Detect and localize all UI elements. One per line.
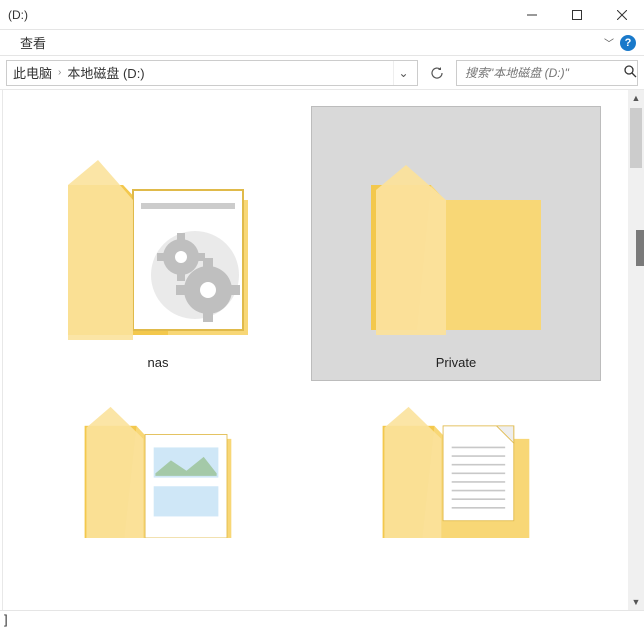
ribbon-tabs-list: 查看 [8,33,46,52]
minimize-button[interactable] [509,0,554,30]
scroll-up-icon[interactable]: ▲ [628,90,644,106]
ribbon-right-controls: ﹀ ? [604,35,636,51]
status-left-glyph: ] [4,612,8,627]
window-title: (D:) [8,8,28,22]
close-button[interactable] [599,0,644,30]
search-input[interactable] [463,65,624,81]
folder-label: nas [148,355,169,370]
content-area: nas Private [0,90,644,610]
help-icon[interactable]: ? [620,35,636,51]
address-search-row: 此电脑 › 本地磁盘 (D:) ⌄ [0,56,644,90]
search-icon[interactable] [624,65,637,81]
scroll-down-icon[interactable]: ▼ [628,594,644,610]
files-view[interactable]: nas Private [3,90,628,610]
search-box[interactable] [456,60,638,86]
title-bar: (D:) [0,0,644,30]
folder-item-pictures[interactable] [13,389,303,559]
folder-label: Private [436,355,476,370]
address-dropdown-icon[interactable]: ⌄ [393,61,413,85]
address-bar[interactable]: 此电脑 › 本地磁盘 (D:) ⌄ [6,60,418,86]
ribbon-tabs: 查看 ﹀ ? [0,30,644,56]
folder-icon [63,400,253,538]
folder-item-documents[interactable] [311,389,601,559]
vertical-scrollbar[interactable]: ▲ ▼ [628,90,644,610]
tab-view[interactable]: 查看 [20,33,46,52]
window-controls [509,0,644,30]
folder-icon [361,400,551,538]
maximize-button[interactable] [554,0,599,30]
refresh-button[interactable] [424,60,450,86]
ribbon-expand-icon[interactable]: ﹀ [604,35,614,50]
folder-item-nas[interactable]: nas [13,106,303,381]
breadcrumb-sep-icon: › [54,67,65,78]
folder-item-private[interactable]: Private [311,106,601,381]
status-bar: ] [0,610,644,628]
folder-icon [361,145,551,345]
folder-icon [63,145,253,345]
breadcrumb-drive[interactable]: 本地磁盘 (D:) [65,63,146,82]
breadcrumb-this-pc[interactable]: 此电脑 [11,63,54,82]
window-edge-handle[interactable] [636,230,644,266]
scroll-thumb[interactable] [630,108,642,168]
